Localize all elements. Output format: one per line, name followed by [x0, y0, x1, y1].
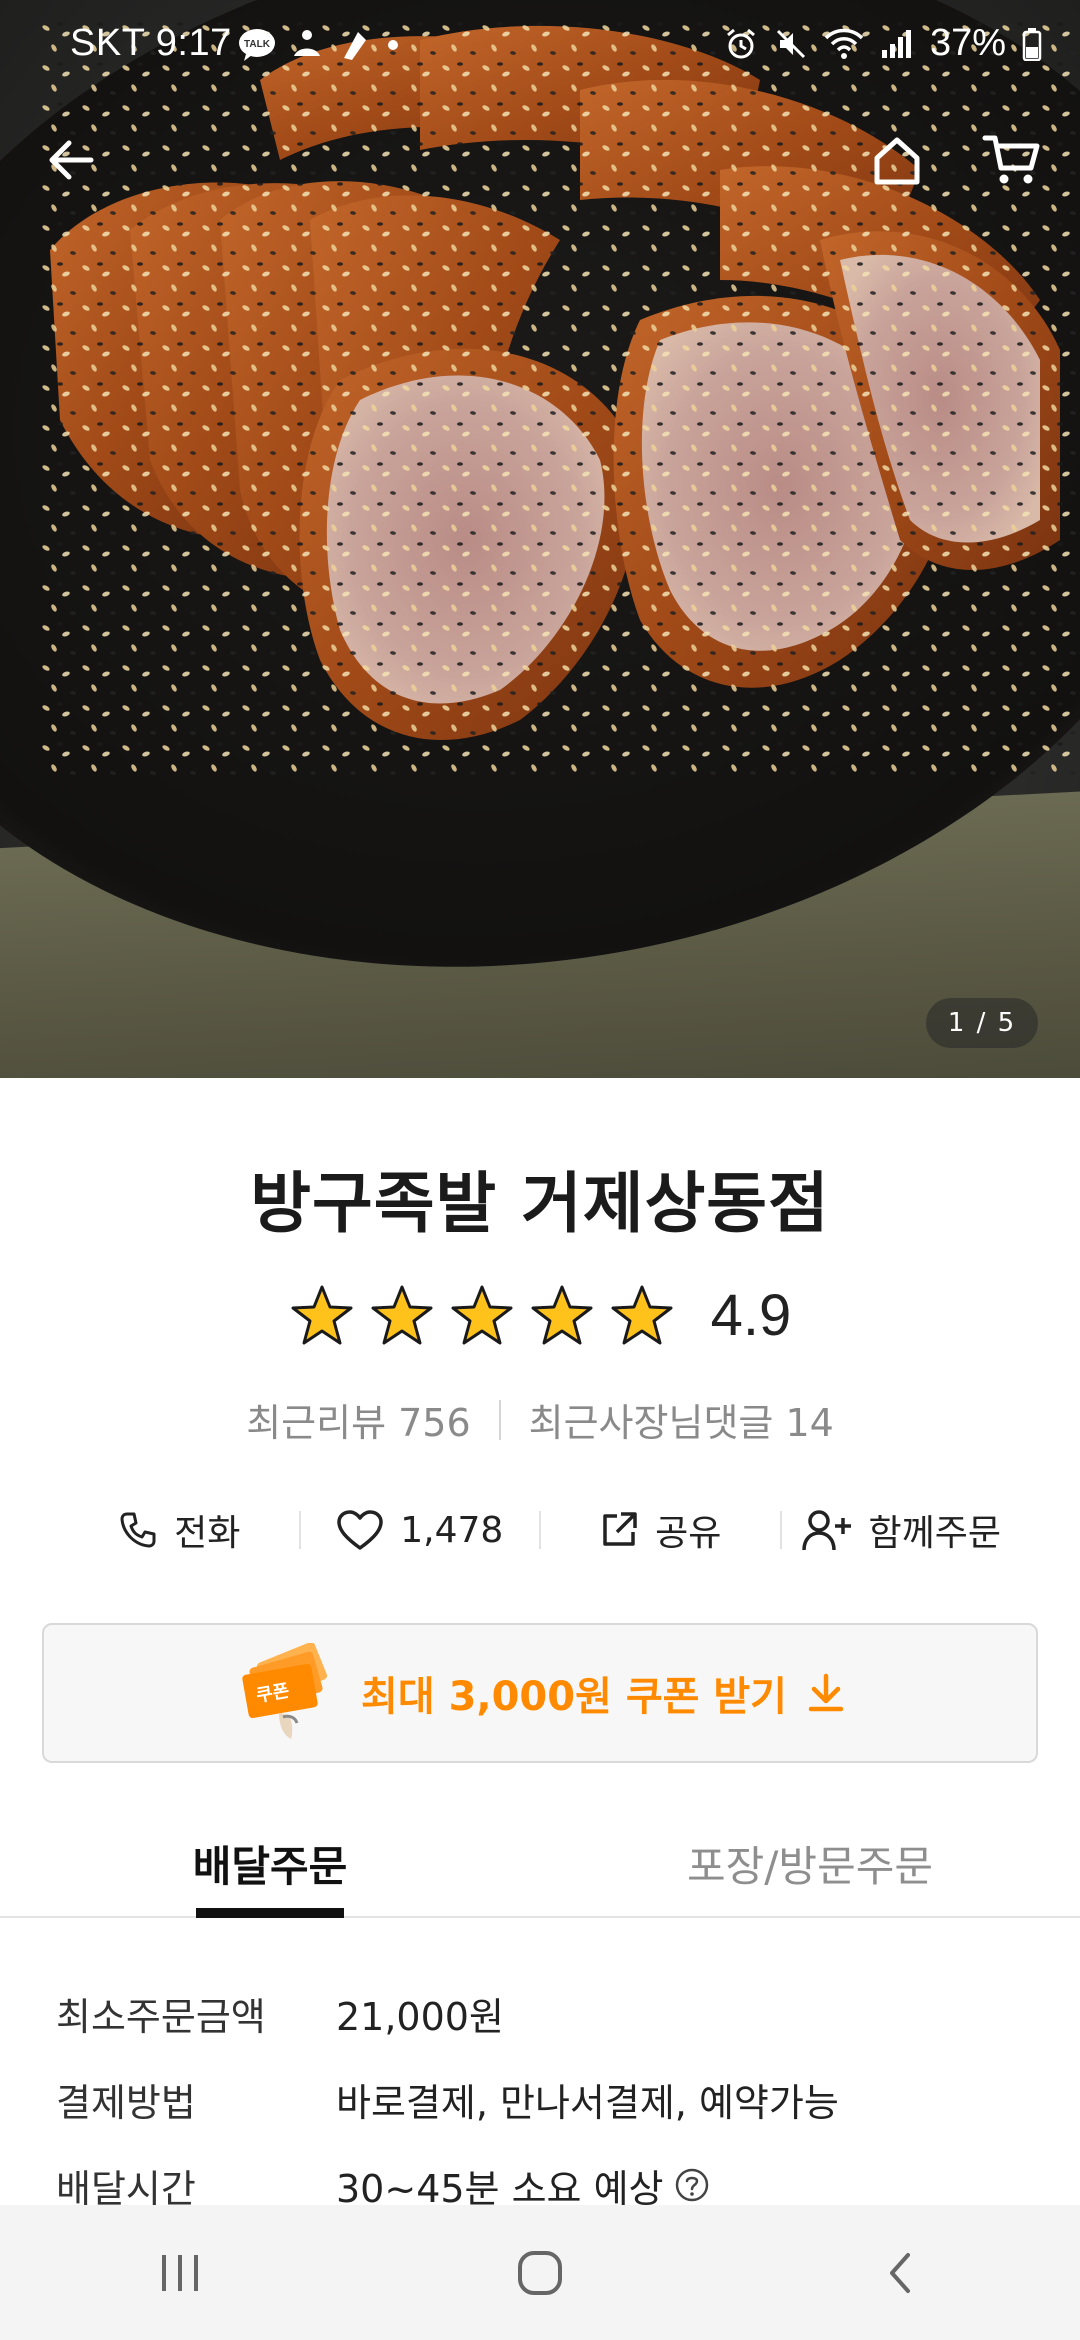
cart-icon [982, 135, 1040, 184]
coupon-label: 최대 3,000원 쿠폰 받기 [361, 1674, 787, 1720]
info-value: 바로결제, 만나서결제, 예약가능 [336, 2080, 839, 2125]
star-icon [531, 1285, 593, 1344]
status-carrier-time: SKT 9:17 [70, 22, 232, 64]
rating-row: 4.9 [0, 1282, 1080, 1349]
delivery-info: 최소주문금액 21,000원 결제방법 바로결제, 만나서결제, 예약가능 배달… [56, 1970, 1036, 2228]
mute-icon [776, 29, 805, 58]
chevron-left-icon [890, 2252, 910, 2293]
review-divider [498, 1399, 501, 1440]
back-button[interactable] [26, 115, 116, 205]
add-person-icon [801, 1510, 851, 1551]
arrow-left-icon [49, 140, 94, 180]
meditation-app-icon [294, 30, 320, 56]
store-hero-image[interactable]: SKT 9:17 TALK 37% 1 / 5 [0, 0, 1080, 1078]
group-order-button[interactable]: 함께주문 [782, 1495, 1021, 1565]
wifi-icon [824, 28, 864, 59]
battery-percent: 37% [929, 22, 1006, 64]
share-button[interactable]: 공유 [541, 1495, 780, 1565]
review-summary: 최근리뷰 756 최근사장님댓글 14 [0, 1392, 1080, 1447]
order-type-tabs: 배달주문 포장/방문주문 [0, 1810, 1080, 1918]
star-icon [451, 1285, 513, 1344]
share-icon [603, 1512, 637, 1546]
download-arrow-icon [808, 1673, 844, 1712]
store-name: 방구족발 거제상동점 [250, 1165, 830, 1242]
tab-delivery-order[interactable]: 배달주문 [0, 1810, 540, 1918]
star-icon [611, 1285, 673, 1344]
recent-apps-button[interactable] [80, 2223, 280, 2323]
cart-button[interactable] [966, 115, 1056, 205]
phone-icon [120, 1512, 156, 1548]
store-actions: 전화 1,478 공유 함께주문 [60, 1495, 1020, 1565]
system-navigation-bar [0, 2205, 1080, 2340]
like-count: 1,478 [400, 1509, 504, 1551]
owner-replies-link[interactable]: 최근사장님댓글 14 [529, 1392, 834, 1447]
talk-notification-icon: TALK [239, 29, 275, 61]
info-label: 결제방법 [56, 2080, 196, 2125]
share-label: 공유 [655, 1513, 722, 1554]
group-order-label: 함께주문 [868, 1513, 1001, 1554]
alarm-icon [726, 28, 755, 58]
status-right-group: 37% [724, 22, 1042, 65]
like-button[interactable]: 1,478 [301, 1495, 540, 1565]
info-label: 최소주문금액 [56, 1994, 266, 2039]
more-notifications-dot-icon [388, 40, 398, 50]
recent-reviews-link[interactable]: 최근리뷰 756 [246, 1392, 470, 1447]
back-nav-button[interactable] [800, 2223, 1000, 2323]
coupon-download-button[interactable]: 쿠폰 최대 3,000원 쿠폰 받기 [42, 1623, 1038, 1763]
recent-apps-icon [162, 2254, 198, 2291]
tab-pickup-label: 포장/방문주문 [687, 1841, 933, 1891]
image-page-indicator: 1 / 5 [926, 998, 1038, 1048]
info-value: 21,000원 [336, 1994, 504, 2039]
active-tab-indicator [196, 1908, 344, 1918]
home-nav-icon [518, 2250, 562, 2295]
info-row-min-order: 최소주문금액 21,000원 [56, 1970, 1036, 2056]
coupon-ticket-icon: 쿠폰 [242, 1643, 328, 1739]
rating-value: 4.9 [710, 1283, 792, 1348]
call-button[interactable]: 전화 [60, 1495, 299, 1565]
home-icon [874, 137, 920, 185]
home-button[interactable] [852, 115, 942, 205]
help-question-icon[interactable] [674, 2167, 710, 2203]
info-row-payment: 결제방법 바로결제, 만나서결제, 예약가능 [56, 2056, 1036, 2142]
top-app-bar [0, 110, 1080, 220]
status-notification-icons: TALK [238, 28, 400, 62]
star-icon [291, 1285, 353, 1344]
notification-app-icon [344, 32, 366, 60]
call-label: 전화 [174, 1513, 241, 1554]
talk-badge-text: TALK [244, 39, 271, 50]
star-icon [371, 1285, 433, 1344]
heart-icon [337, 1510, 383, 1550]
signal-icon [881, 29, 911, 58]
battery-icon [1022, 27, 1042, 61]
tab-pickup-order[interactable]: 포장/방문주문 [540, 1810, 1080, 1916]
tab-delivery-label: 배달주문 [192, 1841, 348, 1891]
home-nav-button[interactable] [440, 2223, 640, 2323]
status-bar: SKT 9:17 TALK 37% [0, 0, 1080, 100]
